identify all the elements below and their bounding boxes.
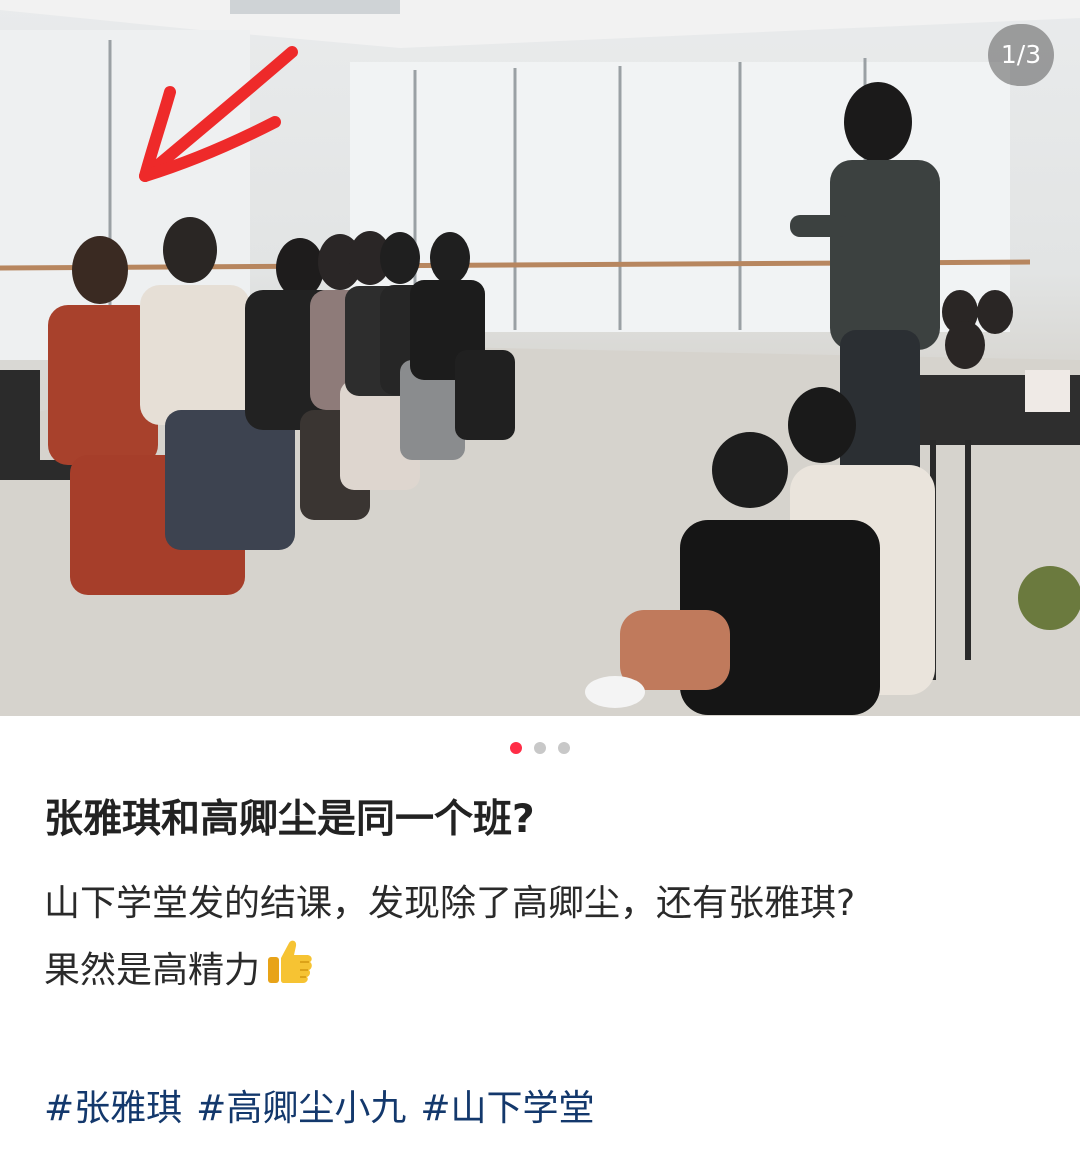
carousel-indicator (0, 742, 1080, 754)
description-line-2: 果然是高精力 (44, 935, 1036, 1009)
carousel-dot-1[interactable] (510, 742, 522, 754)
hashtag-list: #张雅琪 #高卿尘小九 #山下学堂 (44, 1081, 1036, 1137)
post-title: 张雅琪和高卿尘是同一个班? (44, 797, 535, 842)
hashtag-link[interactable]: #高卿尘小九 (196, 1088, 406, 1129)
post-photo[interactable]: 1/3 (0, 0, 1080, 716)
image-counter: 1/3 (988, 24, 1054, 86)
carousel-dot-2[interactable] (534, 742, 546, 754)
hashtag-link[interactable]: #山下学堂 (420, 1088, 594, 1129)
thumbs-up-icon (262, 935, 316, 1009)
carousel-dot-3[interactable] (558, 742, 570, 754)
photo-scene (0, 0, 1080, 716)
post-description: 山下学堂发的结课，发现除了高卿尘，还有张雅琪? 果然是高精力 (44, 872, 1036, 1009)
description-line-2-text: 果然是高精力 (44, 950, 261, 991)
hashtag-link[interactable]: #张雅琪 (44, 1088, 182, 1129)
description-line-1: 山下学堂发的结课，发现除了高卿尘，还有张雅琪? (44, 883, 856, 924)
